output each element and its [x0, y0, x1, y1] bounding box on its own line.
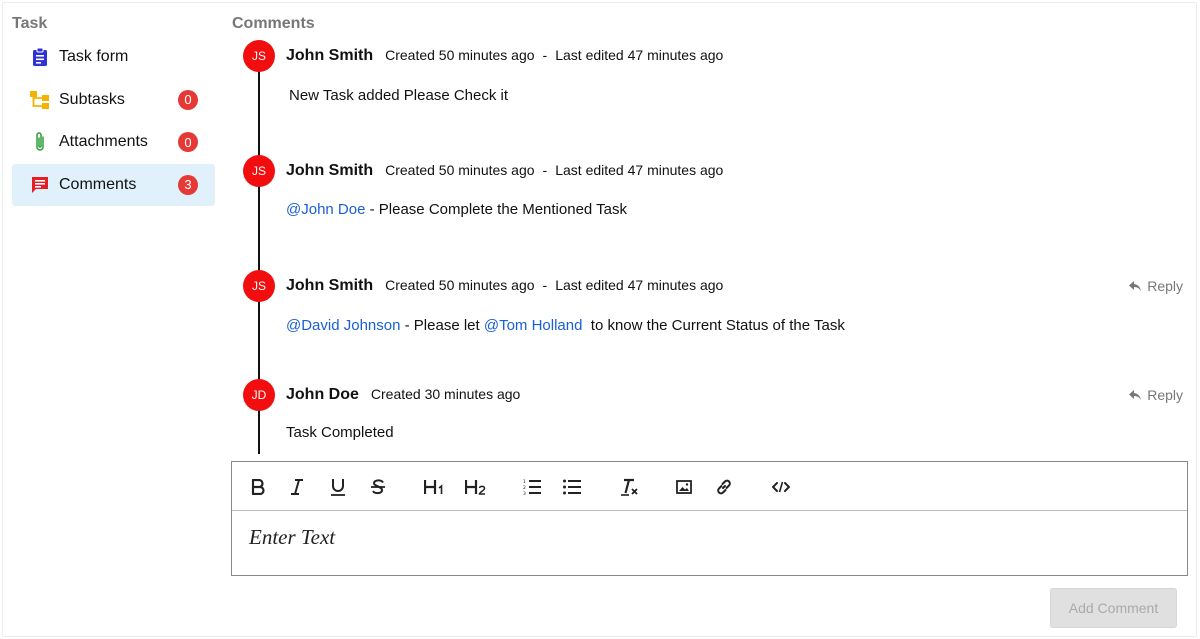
comment-edited: Last edited 47 minutes ago — [555, 277, 724, 293]
mention-link[interactable]: @John Doe — [286, 201, 365, 218]
comment-body: @David Johnson - Please let @Tom Holland… — [286, 317, 845, 334]
comment-author: John Smith — [286, 47, 374, 64]
link-icon — [717, 479, 731, 495]
comment-text: - Please let — [400, 317, 484, 334]
comments-count-badge: 3 — [178, 174, 198, 195]
page-title: Comments — [232, 15, 315, 32]
heading-1-icon — [424, 480, 443, 494]
avatar: JS — [243, 40, 275, 72]
bullet-list-icon — [563, 479, 581, 495]
code-icon — [772, 481, 790, 493]
sidebar-title: Task — [12, 15, 48, 32]
comment-icon — [30, 175, 50, 195]
attachments-count-badge: 0 — [178, 132, 198, 153]
comment-text: - Please Complete the Mentioned Task — [365, 201, 627, 218]
ordered-list-button[interactable]: 123 — [519, 474, 545, 500]
subtasks-icon — [30, 90, 50, 110]
comment-header: John Doe Created 30 minutes ago — [286, 386, 520, 404]
underline-icon — [331, 479, 345, 496]
comment-text-editor[interactable]: Enter Text — [232, 511, 1187, 575]
mention-link[interactable]: @David Johnson — [286, 317, 400, 334]
comment-separator: - — [542, 47, 548, 63]
mention-link[interactable]: @Tom Holland — [484, 317, 583, 334]
bullet-list-button[interactable] — [559, 474, 585, 500]
insert-link-button[interactable] — [711, 474, 737, 500]
heading-1-button[interactable] — [420, 474, 450, 500]
heading-2-icon — [465, 480, 486, 495]
underline-button[interactable] — [325, 474, 351, 500]
avatar: JS — [243, 270, 275, 302]
subtasks-count-badge: 0 — [178, 89, 198, 110]
comment-edited: Last edited 47 minutes ago — [555, 47, 724, 63]
image-icon — [676, 480, 692, 494]
avatar: JD — [243, 379, 275, 411]
sidebar-item-label: Subtasks — [59, 90, 125, 108]
insert-image-button[interactable] — [671, 474, 697, 500]
sidebar-item-comments[interactable]: Comments 3 — [12, 163, 215, 206]
svg-text:2: 2 — [523, 485, 526, 491]
sidebar-item-attachments[interactable]: Attachments 0 — [12, 121, 215, 164]
comment-body: @John Doe - Please Complete the Mentione… — [286, 201, 627, 218]
comment-body: New Task added Please Check it — [289, 87, 509, 104]
svg-text:3: 3 — [523, 491, 526, 495]
sidebar-item-label: Task form — [59, 48, 129, 66]
italic-icon — [291, 479, 303, 495]
clear-format-button[interactable] — [616, 474, 642, 500]
sidebar-item-task-form[interactable]: Task form — [12, 36, 215, 79]
reply-label: Reply — [1147, 387, 1183, 403]
comment-text: to know the Current Status of the Task — [582, 317, 845, 334]
heading-2-button[interactable] — [461, 474, 491, 500]
reply-icon — [1129, 280, 1142, 291]
reply-label: Reply — [1147, 278, 1183, 294]
comment-created: Created 50 minutes ago — [385, 162, 535, 178]
comment-author: John Doe — [286, 386, 359, 403]
comment-header: John Smith Created 50 minutes ago - Last… — [286, 277, 723, 295]
comment-created: Created 50 minutes ago — [385, 47, 535, 63]
comment-author: John Smith — [286, 277, 374, 294]
sidebar-nav: Task form Subtasks 0 Attachments 0 Comme… — [12, 36, 215, 206]
italic-button[interactable] — [284, 474, 310, 500]
sidebar-item-label: Attachments — [59, 133, 148, 151]
code-block-button[interactable] — [768, 474, 794, 500]
reply-icon — [1129, 389, 1142, 400]
svg-text:1: 1 — [523, 479, 526, 485]
reply-button[interactable]: Reply — [1129, 278, 1183, 294]
add-comment-button[interactable]: Add Comment — [1050, 588, 1177, 628]
editor-toolbar: 123 — [232, 462, 1187, 511]
clipboard-icon — [30, 47, 50, 67]
avatar: JS — [243, 155, 275, 187]
clear-format-icon — [621, 478, 638, 496]
reply-button[interactable]: Reply — [1129, 387, 1183, 403]
bold-icon — [251, 479, 265, 495]
sidebar-item-label: Comments — [59, 175, 137, 193]
comment-header: John Smith Created 50 minutes ago - Last… — [286, 162, 723, 180]
ordered-list-icon: 123 — [523, 479, 541, 495]
comment-header: John Smith Created 50 minutes ago - Last… — [286, 47, 723, 65]
strikethrough-button[interactable] — [365, 474, 391, 500]
sidebar-item-subtasks[interactable]: Subtasks 0 — [12, 79, 215, 122]
comment-separator: - — [542, 277, 548, 293]
comment-separator: - — [542, 162, 548, 178]
strikethrough-icon — [371, 479, 385, 495]
comment-body: Task Completed — [286, 424, 394, 441]
comment-created: Created 30 minutes ago — [370, 386, 521, 402]
bold-button[interactable] — [245, 474, 271, 500]
paperclip-icon — [30, 132, 50, 152]
comment-created: Created 50 minutes ago — [385, 277, 535, 293]
comment-editor: 123 Enter Text — [231, 461, 1188, 576]
comment-edited: Last edited 47 minutes ago — [555, 162, 724, 178]
comment-author: John Smith — [286, 162, 374, 179]
